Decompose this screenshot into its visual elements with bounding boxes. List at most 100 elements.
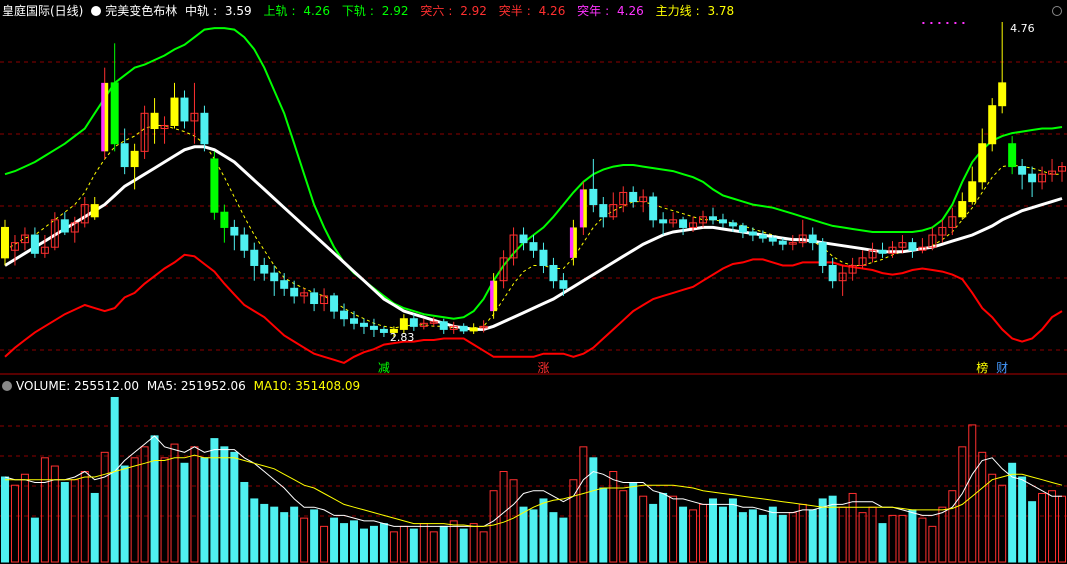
volume-bar-39 <box>389 531 398 563</box>
volume-bar-84 <box>838 506 847 563</box>
volume-bar-45 <box>449 520 458 563</box>
volume-bar-9 <box>90 492 99 563</box>
signal-dot-5 <box>962 22 965 24</box>
candle-body-66 <box>659 219 668 224</box>
candle-body-78 <box>778 240 787 245</box>
volume-bar-83 <box>828 495 837 563</box>
volume-bar-49 <box>489 490 498 563</box>
volume-bar-0 <box>0 476 9 563</box>
volume-bar-103 <box>1028 501 1037 563</box>
volume-bar-76 <box>758 514 767 563</box>
legend-tuban: 突半: 4.26 <box>498 4 566 18</box>
candle-body-82 <box>818 242 827 266</box>
volume-bar-44 <box>439 525 448 563</box>
volume-bar-60 <box>599 487 608 563</box>
indicator-name[interactable]: 完美变色布林 <box>105 4 177 18</box>
volume-bar-30 <box>300 517 309 563</box>
price-volume-chart: 4.76 2.83 减 涨 榜财 <box>0 22 1067 563</box>
grid-lines <box>0 61 1067 517</box>
price-candles[interactable]: 4.76 2.83 减 涨 榜财 <box>0 22 1067 375</box>
volume-bar-31 <box>310 509 319 563</box>
price-header: 皇庭国际(日线) 完美变色布林 中轨: 3.59 上轨: 4.26 下轨: 2.… <box>2 4 742 18</box>
signal-dot-2 <box>938 22 941 24</box>
volume-bar-40 <box>399 525 408 563</box>
volume-bar-18 <box>180 462 189 563</box>
volume-bar-88 <box>878 523 887 563</box>
volume-bar-65 <box>649 503 658 563</box>
volume-bar-25 <box>250 498 259 563</box>
volume-bar-99 <box>988 473 997 563</box>
volume-bar-28 <box>280 512 289 563</box>
signal-dot-1 <box>930 22 933 24</box>
volume-bar-58 <box>579 446 588 563</box>
volume-bar-98 <box>978 451 987 563</box>
legend-tuliu: 突六: 2.92 <box>420 4 487 18</box>
candle-body-101 <box>1008 143 1017 168</box>
volume-bar-16 <box>160 457 169 563</box>
volume-expand-icon[interactable] <box>2 381 12 391</box>
candle-body-103 <box>1028 173 1037 183</box>
candle-body-26 <box>260 264 269 274</box>
indicator-expand-icon[interactable] <box>91 6 102 16</box>
legend-tunian: 突年: 4.26 <box>577 4 644 18</box>
volume-bar-74 <box>738 512 747 563</box>
candle-body-31 <box>310 292 319 305</box>
volume-bar-2 <box>20 473 29 563</box>
candle-body-10-b <box>104 82 109 152</box>
volume-bar-86 <box>858 512 867 563</box>
stock-name[interactable]: 皇庭国际(日线) <box>2 4 83 18</box>
candle-body-37 <box>369 325 378 330</box>
candle-body-96 <box>958 201 967 218</box>
ma10-label: MA10: 351408.09 <box>253 379 361 393</box>
low-price-label: 2.83 <box>390 331 415 344</box>
volume-bar-20 <box>200 457 209 563</box>
candle-body-11 <box>110 82 119 145</box>
candle-body-3 <box>30 234 39 254</box>
signal-dot-0 <box>922 22 925 24</box>
volume-bar-24 <box>240 481 249 563</box>
signal-marker-3: 财 <box>996 361 1008 375</box>
volume-bars[interactable] <box>0 396 1067 563</box>
volume-bar-34 <box>340 523 349 563</box>
volume-bar-73 <box>728 498 737 563</box>
volume-bar-46 <box>459 528 468 563</box>
candle-body-68 <box>679 219 688 228</box>
candle-body-63 <box>629 191 638 203</box>
candle-body-98 <box>978 143 987 183</box>
volume-bar-47 <box>469 523 478 563</box>
volume-bar-13 <box>130 457 139 563</box>
volume-bar-29 <box>290 506 299 563</box>
candle-body-88 <box>878 249 887 254</box>
volume-bar-32 <box>320 525 329 563</box>
volume-bar-41 <box>409 528 418 563</box>
candle-body-52 <box>519 234 528 244</box>
candle-body-18 <box>180 97 189 122</box>
volume-bar-69 <box>689 509 698 563</box>
volume-bar-50 <box>499 471 508 563</box>
candle-body-65 <box>649 196 658 221</box>
signal-marker-2: 榜 <box>976 360 988 375</box>
volume-bar-78 <box>778 514 787 563</box>
volume-bar-1 <box>10 484 19 563</box>
candle-body-41 <box>409 318 418 327</box>
volume-bar-87 <box>868 506 877 563</box>
volume-bar-79 <box>788 512 797 563</box>
candle-body-33 <box>330 295 339 312</box>
candle-body-24 <box>240 234 249 251</box>
panel-toggle-icon[interactable] <box>1052 6 1062 16</box>
volume-bar-17 <box>170 443 179 563</box>
volume-bar-15 <box>150 435 159 563</box>
candle-body-29 <box>290 287 299 297</box>
volume-bar-55 <box>549 512 558 563</box>
candle-body-6 <box>60 219 69 233</box>
volume-bar-10 <box>100 451 109 563</box>
volume-bar-77 <box>768 506 777 563</box>
volume-bar-97 <box>968 424 977 563</box>
volume-bar-48 <box>479 531 488 563</box>
candle-body-27 <box>270 272 279 282</box>
candle-body-10 <box>101 82 105 152</box>
candle-body-60 <box>599 204 608 218</box>
candle-body-0 <box>0 226 9 259</box>
candle-body-15 <box>150 112 159 130</box>
volume-bar-68 <box>679 506 688 563</box>
